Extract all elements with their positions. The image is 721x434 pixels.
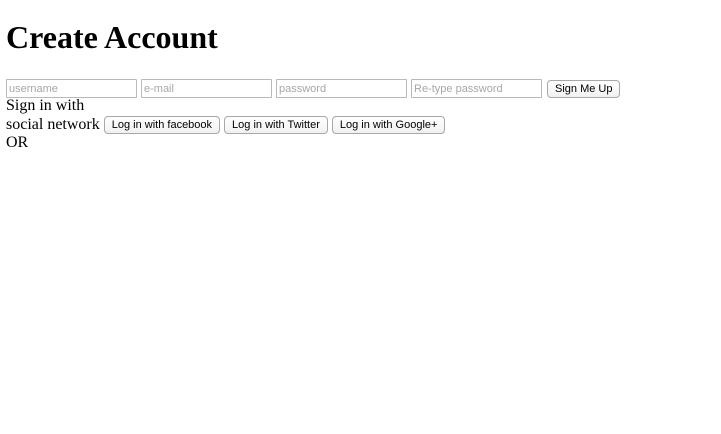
email-input[interactable]	[141, 79, 272, 98]
google-login-button[interactable]: Log in with Google+	[331, 116, 446, 134]
or-divider: OR	[6, 134, 29, 151]
sign-me-up-button[interactable]: Sign Me Up	[547, 80, 621, 98]
username-input[interactable]	[6, 79, 137, 98]
social-login-row: social network Log in with facebook Log in…	[6, 116, 449, 134]
facebook-login-button[interactable]: Log in with facebook	[103, 116, 221, 134]
social-label-line2: social network	[6, 116, 100, 133]
twitter-login-button[interactable]: Log in with Twitter	[224, 116, 328, 134]
retype-password-input[interactable]	[411, 79, 542, 98]
social-label-line1: Sign in with	[6, 97, 85, 114]
signup-form: Sign Me Up	[6, 79, 621, 98]
page-title: Create Account	[6, 19, 218, 55]
password-input[interactable]	[276, 79, 407, 98]
